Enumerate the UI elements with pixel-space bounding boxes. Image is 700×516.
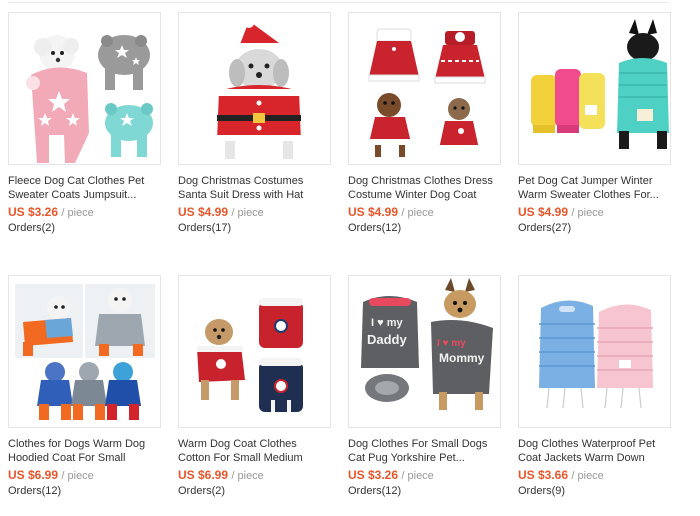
knit-sweaters-image — [531, 19, 669, 149]
product-card[interactable]: Fleece Dog Cat Clothes Pet Sweater Coats… — [8, 12, 161, 235]
sweater-text-1: I ♥ my — [371, 317, 403, 329]
product-price: US $3.66 / piece — [518, 468, 671, 483]
product-title[interactable]: Warm Dog Coat Clothes Cotton For Small M… — [178, 437, 331, 465]
price-unit: / piece — [571, 470, 604, 482]
product-image[interactable]: I ♥ my Daddy I ♥ my Mommy — [348, 275, 501, 428]
price-unit: / piece — [231, 207, 264, 219]
product-image[interactable] — [8, 275, 161, 428]
order-count: Orders(2) — [178, 485, 226, 497]
price-amount: US $6.99 — [178, 468, 229, 482]
product-image[interactable] — [178, 12, 331, 165]
order-count: Orders(12) — [8, 485, 62, 497]
price-amount: US $4.99 — [178, 205, 229, 219]
product-image[interactable] — [8, 12, 161, 165]
product-price: US $3.26 / piece — [8, 205, 161, 220]
pink-grey-fleece-jumpsuits-image — [26, 35, 153, 163]
product-price: US $4.99 / piece — [348, 205, 501, 220]
order-count: Orders(12) — [348, 485, 402, 497]
sweater-text-4: Mommy — [439, 351, 485, 365]
order-count: Orders(9) — [518, 485, 566, 497]
product-card[interactable]: Pet Dog Cat Jumper Winter Warm Sweater C… — [518, 12, 671, 235]
product-row: Clothes for Dogs Warm Dog Hoodied Coat F… — [8, 275, 671, 498]
sweater-text-3: I ♥ my — [437, 338, 466, 349]
order-count: Orders(12) — [348, 222, 402, 234]
christmas-dresses-image — [368, 28, 486, 157]
product-card[interactable]: Dog Clothes Waterproof Pet Coat Jackets … — [518, 275, 671, 498]
cotton-coats-image — [197, 298, 303, 412]
price-amount: US $3.66 — [518, 468, 569, 482]
product-price: US $6.99 / piece — [8, 468, 161, 483]
product-card[interactable]: Dog Christmas Clothes Dress Costume Wint… — [348, 12, 501, 235]
price-unit: / piece — [61, 470, 94, 482]
price-unit: / piece — [401, 207, 434, 219]
price-unit: / piece — [61, 207, 94, 219]
product-row: Fleece Dog Cat Clothes Pet Sweater Coats… — [8, 12, 671, 235]
product-card[interactable]: Clothes for Dogs Warm Dog Hoodied Coat F… — [8, 275, 161, 498]
top-divider — [8, 2, 668, 3]
product-image[interactable] — [518, 12, 671, 165]
product-image[interactable] — [178, 275, 331, 428]
order-count: Orders(27) — [518, 222, 572, 234]
down-jackets-image — [539, 300, 653, 409]
product-card[interactable]: Dog Christmas Costumes Santa Suit Dress … — [178, 12, 331, 235]
order-count: Orders(2) — [8, 222, 56, 234]
product-price: US $4.99 / piece — [518, 205, 671, 220]
product-card[interactable]: Warm Dog Coat Clothes Cotton For Small M… — [178, 275, 331, 498]
price-amount: US $6.99 — [8, 468, 59, 482]
price-amount: US $4.99 — [518, 205, 569, 219]
price-unit: / piece — [571, 207, 604, 219]
product-title[interactable]: Fleece Dog Cat Clothes Pet Sweater Coats… — [8, 174, 161, 202]
product-title[interactable]: Dog Clothes Waterproof Pet Coat Jackets … — [518, 437, 671, 465]
order-count: Orders(17) — [178, 222, 232, 234]
price-unit: / piece — [401, 470, 434, 482]
product-price: US $3.26 / piece — [348, 468, 501, 483]
product-image[interactable] — [348, 12, 501, 165]
product-price: US $4.99 / piece — [178, 205, 331, 220]
product-card[interactable]: I ♥ my Daddy I ♥ my Mommy Dog Clothes Fo… — [348, 275, 501, 498]
price-unit: / piece — [231, 470, 264, 482]
santa-suit-dog-image — [215, 18, 303, 159]
product-title[interactable]: Pet Dog Cat Jumper Winter Warm Sweater C… — [518, 174, 671, 202]
product-title[interactable]: Clothes for Dogs Warm Dog Hoodied Coat F… — [8, 437, 161, 465]
product-title[interactable]: Dog Christmas Costumes Santa Suit Dress … — [178, 174, 331, 202]
price-amount: US $3.26 — [348, 468, 399, 482]
product-image[interactable] — [518, 275, 671, 428]
price-amount: US $3.26 — [8, 205, 59, 219]
sweater-text-2: Daddy — [367, 332, 408, 347]
product-title[interactable]: Dog Christmas Clothes Dress Costume Wint… — [348, 174, 501, 202]
i-love-daddy-sweater-image: I ♥ my Daddy I ♥ my Mommy — [361, 278, 493, 410]
product-title[interactable]: Dog Clothes For Small Dogs Cat Pug Yorks… — [348, 437, 501, 465]
hooded-coats-image — [15, 284, 155, 420]
product-price: US $6.99 / piece — [178, 468, 331, 483]
price-amount: US $4.99 — [348, 205, 399, 219]
